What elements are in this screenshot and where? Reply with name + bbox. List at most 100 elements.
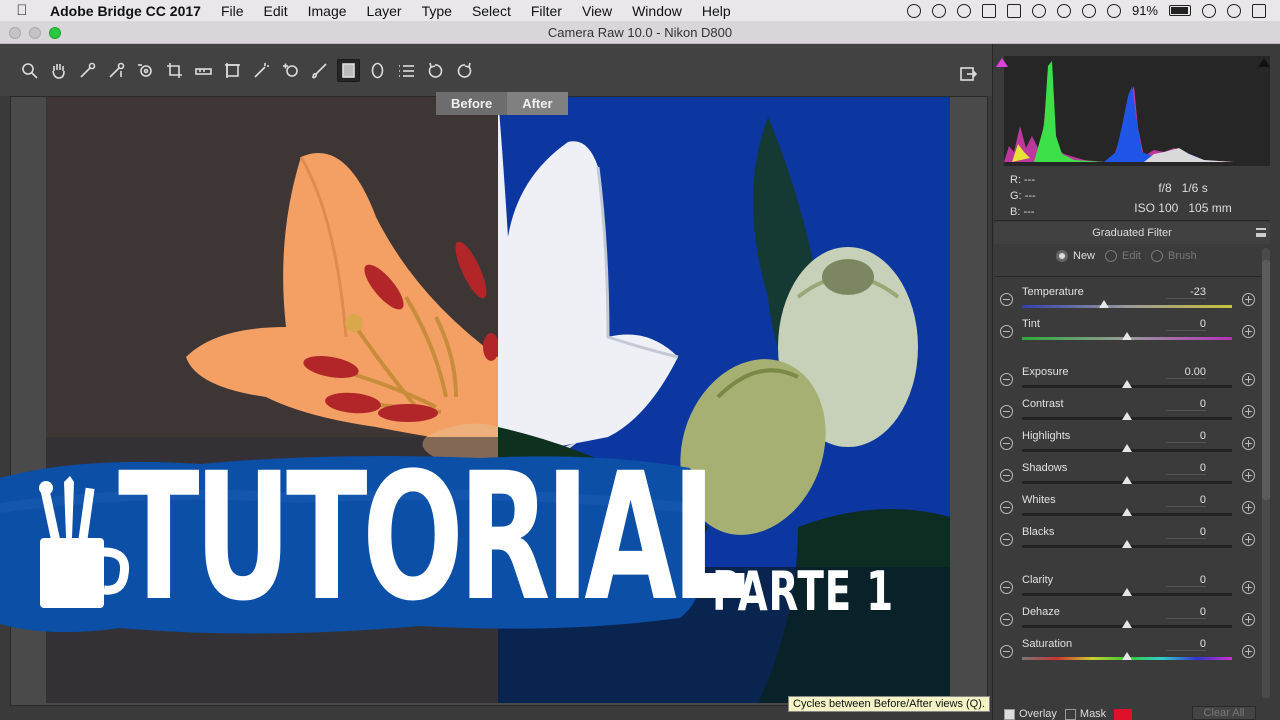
before-tab[interactable]: Before bbox=[436, 92, 508, 115]
slider-thumb[interactable] bbox=[1122, 476, 1132, 484]
slider-value[interactable]: 0 bbox=[1166, 398, 1206, 411]
mode-edit[interactable]: Edit bbox=[1105, 250, 1141, 263]
flame-icon[interactable] bbox=[931, 3, 946, 18]
zoom-tool[interactable] bbox=[18, 59, 41, 82]
wifi-icon[interactable] bbox=[1081, 3, 1096, 18]
slider-value[interactable]: 0.00 bbox=[1166, 366, 1206, 379]
mask-checkbox[interactable]: Mask bbox=[1064, 708, 1106, 720]
decrease-icon[interactable] bbox=[1000, 469, 1013, 482]
mail-icon[interactable] bbox=[981, 3, 996, 18]
battery-icon[interactable] bbox=[1169, 5, 1191, 16]
slider-value[interactable]: 0 bbox=[1166, 638, 1206, 651]
increase-icon[interactable] bbox=[1242, 581, 1255, 594]
slider-tint[interactable]: Tint 0 bbox=[996, 318, 1258, 350]
clock-icon[interactable] bbox=[1202, 3, 1216, 18]
bluetooth-icon[interactable] bbox=[1056, 3, 1071, 18]
slider-temperature[interactable]: Temperature -23 bbox=[996, 286, 1258, 318]
increase-icon[interactable] bbox=[1242, 533, 1255, 546]
increase-icon[interactable] bbox=[1242, 437, 1255, 450]
radial-filter-tool[interactable] bbox=[366, 59, 389, 82]
airplay-icon[interactable] bbox=[1006, 3, 1021, 18]
open-in-photoshop-button[interactable] bbox=[957, 62, 980, 85]
time-machine-icon[interactable] bbox=[1031, 3, 1046, 18]
volume-icon[interactable] bbox=[1106, 3, 1121, 18]
slider-thumb[interactable] bbox=[1122, 444, 1132, 452]
mode-brush[interactable]: Brush bbox=[1150, 250, 1197, 263]
hand-tool[interactable] bbox=[47, 59, 70, 82]
white-balance-tool[interactable] bbox=[76, 59, 99, 82]
panel-scroll-thumb[interactable] bbox=[1262, 260, 1270, 500]
menu-edit[interactable]: Edit bbox=[254, 3, 298, 19]
close-window-button[interactable] bbox=[9, 27, 21, 39]
mask-color-swatch[interactable] bbox=[1114, 708, 1133, 720]
slider-exposure[interactable]: Exposure 0.00 bbox=[996, 366, 1258, 398]
slider-saturation[interactable]: Saturation 0 bbox=[996, 638, 1258, 670]
increase-icon[interactable] bbox=[1242, 501, 1255, 514]
slider-thumb[interactable] bbox=[1098, 300, 1109, 308]
slider-value[interactable]: -23 bbox=[1166, 286, 1206, 299]
shield-icon[interactable] bbox=[956, 3, 971, 18]
menu-help[interactable]: Help bbox=[692, 3, 741, 19]
slider-value[interactable]: 0 bbox=[1166, 606, 1206, 619]
slider-thumb[interactable] bbox=[1122, 540, 1132, 548]
increase-icon[interactable] bbox=[1242, 645, 1255, 658]
color-sampler-tool[interactable] bbox=[105, 59, 128, 82]
transform-tool[interactable] bbox=[221, 59, 244, 82]
overlay-checkbox[interactable]: Overlay bbox=[1004, 708, 1057, 720]
slider-value[interactable]: 0 bbox=[1166, 526, 1206, 539]
decrease-icon[interactable] bbox=[1000, 437, 1013, 450]
decrease-icon[interactable] bbox=[1000, 613, 1013, 626]
slider-dehaze[interactable]: Dehaze 0 bbox=[996, 606, 1258, 638]
slider-clarity[interactable]: Clarity 0 bbox=[996, 574, 1258, 606]
slider-blacks[interactable]: Blacks 0 bbox=[996, 526, 1258, 558]
spotlight-search-icon[interactable] bbox=[1227, 3, 1241, 18]
preferences-tool[interactable] bbox=[395, 59, 418, 82]
slider-thumb[interactable] bbox=[1122, 380, 1132, 388]
decrease-icon[interactable] bbox=[1000, 293, 1013, 306]
slider-value[interactable]: 0 bbox=[1166, 462, 1206, 475]
slider-whites[interactable]: Whites 0 bbox=[996, 494, 1258, 526]
slider-thumb[interactable] bbox=[1122, 588, 1132, 596]
increase-icon[interactable] bbox=[1242, 613, 1255, 626]
highlight-clipping-warning-icon[interactable] bbox=[1258, 58, 1270, 67]
clear-all-button[interactable]: Clear All bbox=[1192, 706, 1256, 720]
straighten-tool[interactable] bbox=[192, 59, 215, 82]
rotate-cw-tool[interactable] bbox=[453, 59, 476, 82]
cloud-icon[interactable] bbox=[906, 3, 921, 18]
slider-value[interactable]: 0 bbox=[1166, 430, 1206, 443]
apple-icon[interactable]:  bbox=[0, 2, 44, 19]
increase-icon[interactable] bbox=[1242, 325, 1255, 338]
menu-type[interactable]: Type bbox=[412, 3, 462, 19]
increase-icon[interactable] bbox=[1242, 373, 1255, 386]
increase-icon[interactable] bbox=[1242, 293, 1255, 306]
increase-icon[interactable] bbox=[1242, 469, 1255, 482]
decrease-icon[interactable] bbox=[1000, 645, 1013, 658]
slider-shadows[interactable]: Shadows 0 bbox=[996, 462, 1258, 494]
menu-layer[interactable]: Layer bbox=[357, 3, 412, 19]
menu-window[interactable]: Window bbox=[622, 3, 692, 19]
adjustment-brush-tool[interactable] bbox=[308, 59, 331, 82]
rotate-ccw-tool[interactable] bbox=[424, 59, 447, 82]
crop-tool[interactable] bbox=[163, 59, 186, 82]
decrease-icon[interactable] bbox=[1000, 533, 1013, 546]
slider-thumb[interactable] bbox=[1122, 620, 1132, 628]
graduated-filter-tool[interactable] bbox=[337, 58, 360, 82]
decrease-icon[interactable] bbox=[1000, 581, 1013, 594]
slider-thumb[interactable] bbox=[1122, 652, 1132, 660]
shadow-clipping-warning-icon[interactable] bbox=[996, 58, 1008, 67]
minimize-window-button[interactable] bbox=[29, 27, 41, 39]
menu-view[interactable]: View bbox=[572, 3, 622, 19]
decrease-icon[interactable] bbox=[1000, 405, 1013, 418]
increase-icon[interactable] bbox=[1242, 405, 1255, 418]
panel-menu-icon[interactable] bbox=[1256, 228, 1266, 237]
after-tab[interactable]: After bbox=[507, 92, 568, 115]
zoom-window-button[interactable] bbox=[49, 27, 61, 39]
menu-file[interactable]: File bbox=[211, 3, 254, 19]
menu-filter[interactable]: Filter bbox=[521, 3, 572, 19]
slider-value[interactable]: 0 bbox=[1166, 318, 1206, 331]
decrease-icon[interactable] bbox=[1000, 501, 1013, 514]
slider-thumb[interactable] bbox=[1122, 508, 1132, 516]
menu-image[interactable]: Image bbox=[298, 3, 357, 19]
decrease-icon[interactable] bbox=[1000, 373, 1013, 386]
slider-contrast[interactable]: Contrast 0 bbox=[996, 398, 1258, 430]
